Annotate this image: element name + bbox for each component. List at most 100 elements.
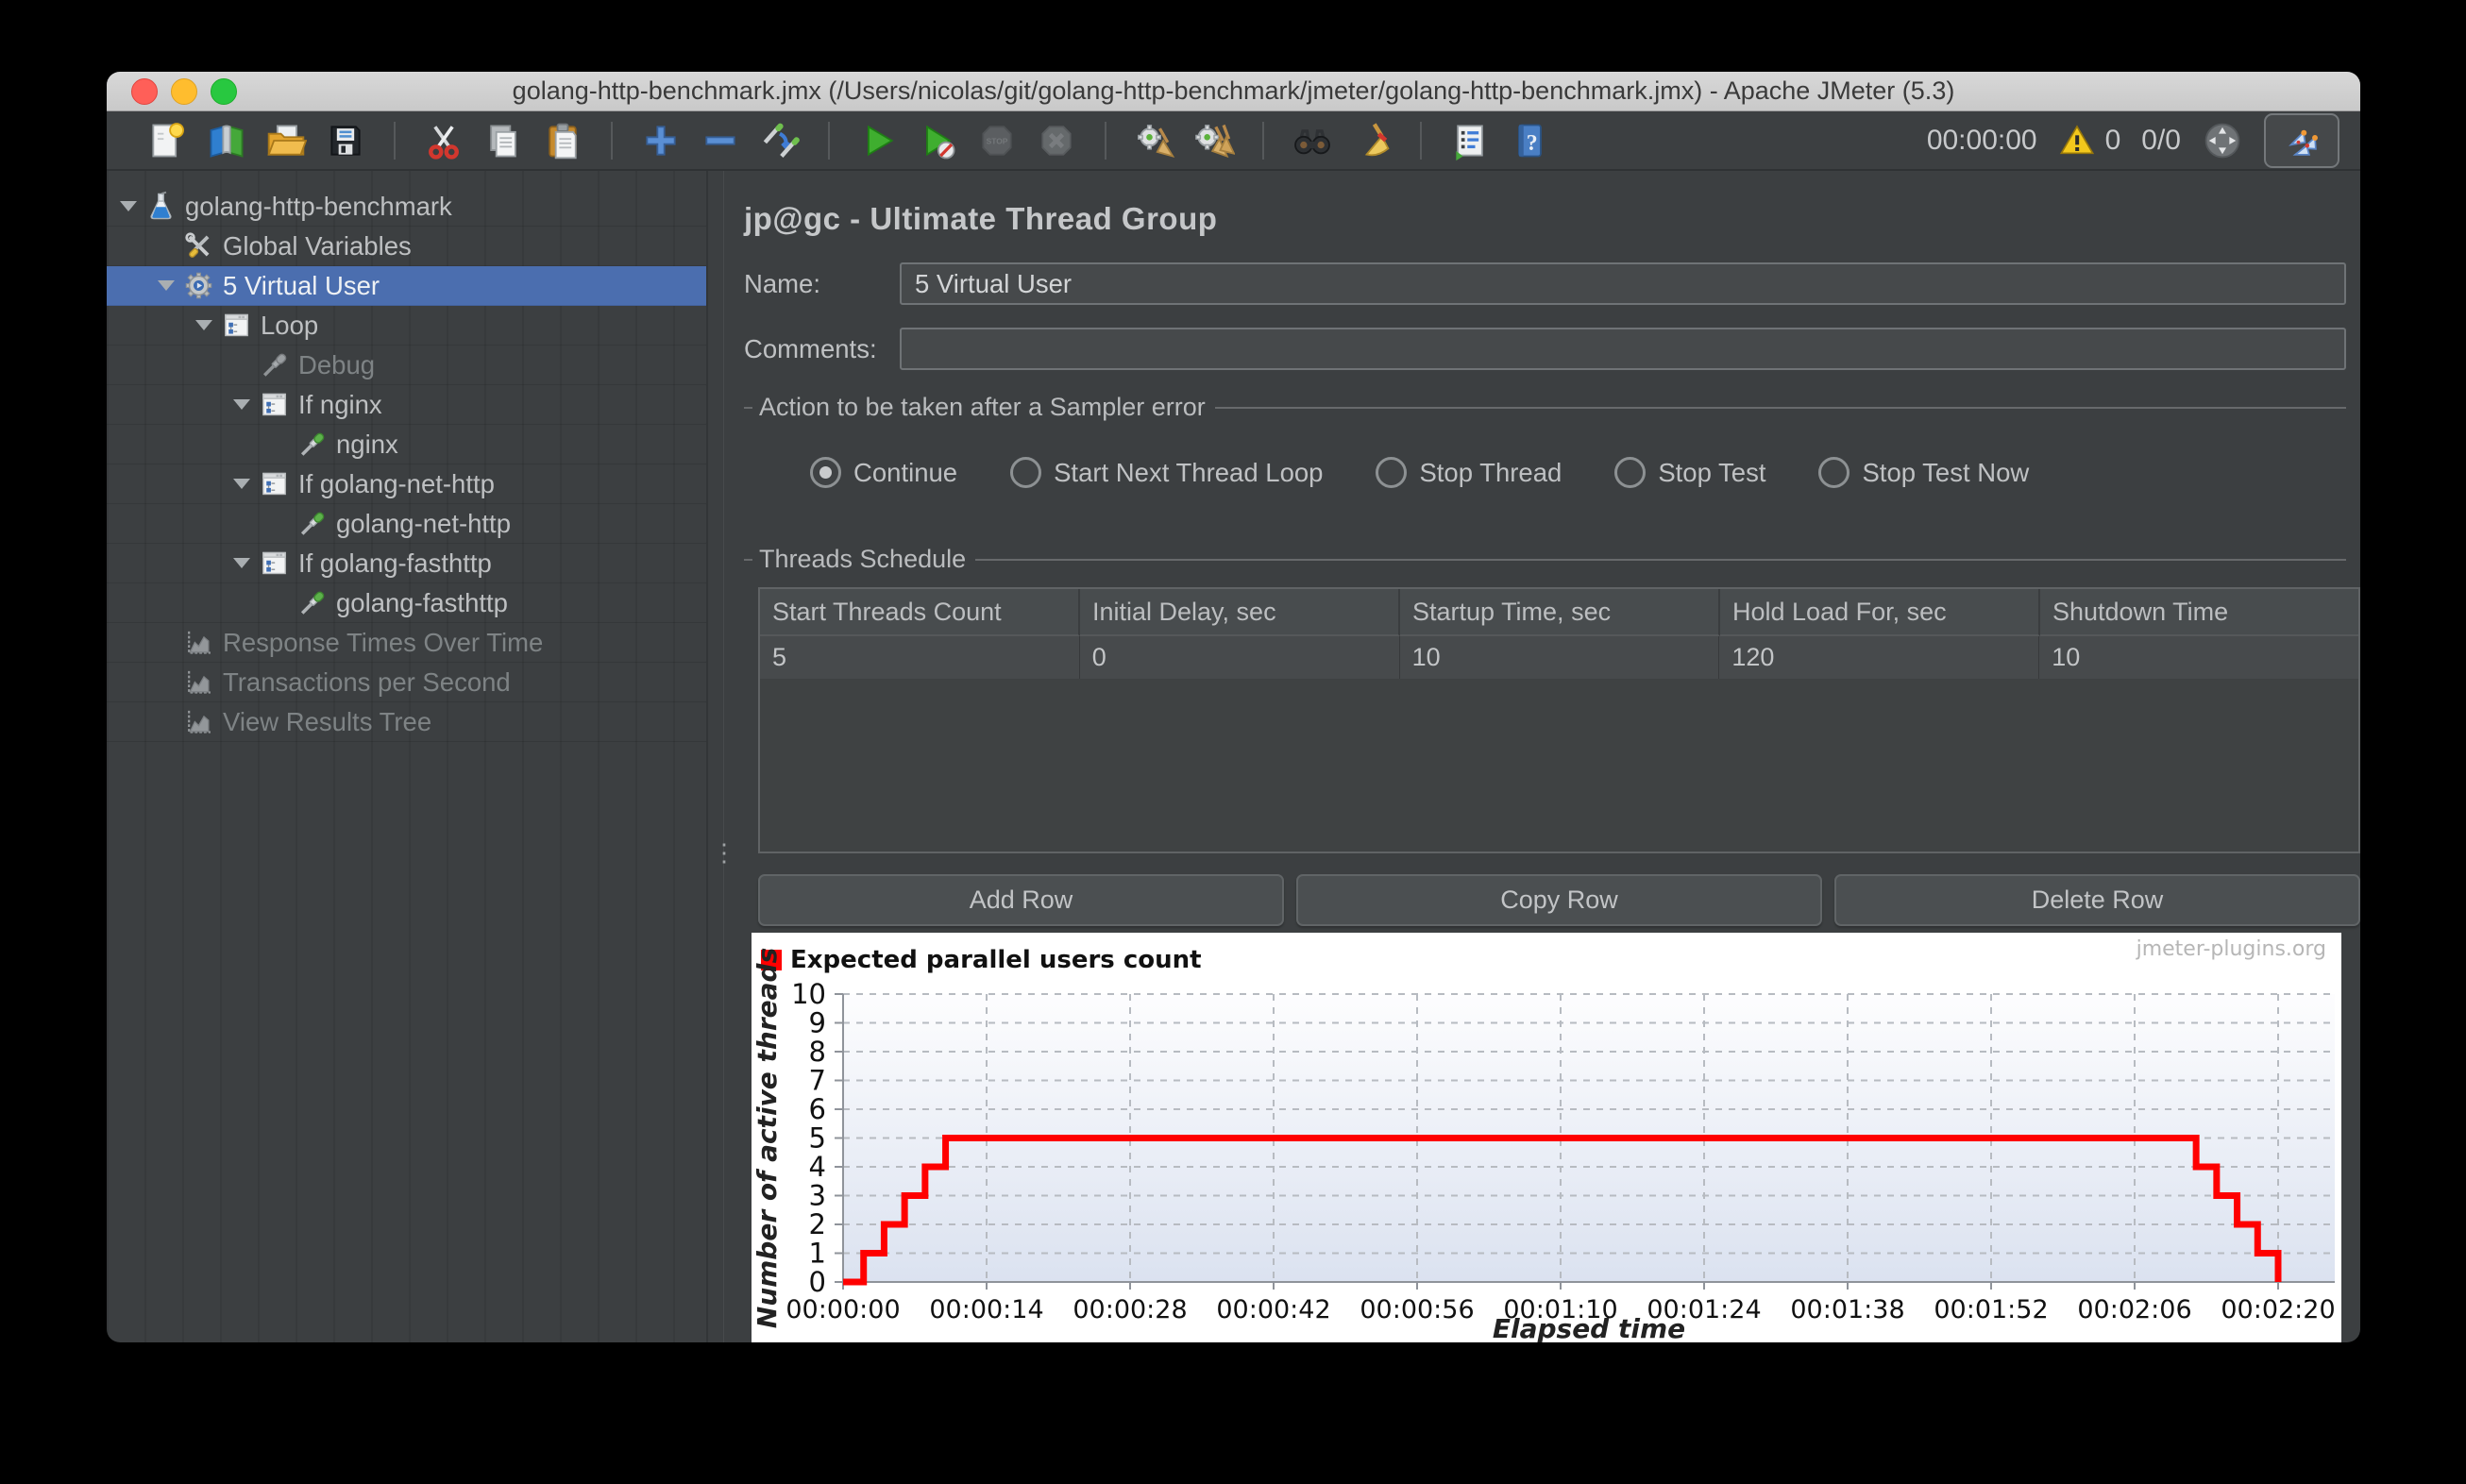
minimize-window-button[interactable] <box>171 77 197 105</box>
paste-button[interactable] <box>540 118 585 163</box>
start-button[interactable] <box>855 118 901 163</box>
templates-button[interactable] <box>204 118 249 163</box>
radio-continue[interactable]: Continue <box>810 457 957 488</box>
zoom-window-button[interactable] <box>211 77 237 105</box>
start-no-timers-button[interactable] <box>915 118 960 163</box>
svg-text:6: 6 <box>809 1093 826 1125</box>
update-button[interactable] <box>757 118 802 163</box>
tree-item-if-nginx[interactable]: If nginx <box>107 385 706 425</box>
table-row[interactable]: 5 0 10 120 10 <box>760 636 2358 679</box>
delete-row-button[interactable]: Delete Row <box>1834 874 2360 926</box>
radio-stop-thread[interactable]: Stop Thread <box>1376 457 1562 488</box>
panel-splitter[interactable]: ⋮ <box>706 171 736 1342</box>
svg-text:4: 4 <box>809 1151 826 1183</box>
tree-item-label: If nginx <box>298 389 382 419</box>
new-file-icon <box>146 120 188 161</box>
warning-icon[interactable] <box>2058 122 2096 160</box>
radio-stop-test[interactable]: Stop Test <box>1614 457 1765 488</box>
radio-label: Start Next Thread Loop <box>1054 457 1324 487</box>
add-row-button[interactable]: Add Row <box>758 874 1284 926</box>
tree-item-label: 5 Virtual User <box>223 270 380 300</box>
radio-circle-icon[interactable] <box>810 457 841 488</box>
svg-text:5: 5 <box>809 1122 826 1155</box>
table-cell[interactable]: 0 <box>1080 636 1400 679</box>
tree-item-golang-net-http[interactable]: golang-net-http <box>107 504 706 544</box>
radio-start-next-thread-loop[interactable]: Start Next Thread Loop <box>1010 457 1323 488</box>
titlebar: golang-http-benchmark.jmx (/Users/nicola… <box>107 72 2360 111</box>
tree-item-view-results-tree[interactable]: View Results Tree <box>107 702 706 742</box>
table-header-row: Start Threads Count Initial Delay, sec Sta… <box>760 589 2358 636</box>
radio-stop-test-now[interactable]: Stop Test Now <box>1818 457 2029 488</box>
toolbar: STOP? 00:00:00 0 0/0 <box>107 111 2360 171</box>
tree-item-debug[interactable]: Debug <box>107 346 706 385</box>
function-helper-button[interactable] <box>1447 118 1493 163</box>
copy-button[interactable] <box>481 118 526 163</box>
new-file-button[interactable] <box>144 118 190 163</box>
svg-text:2: 2 <box>809 1208 826 1240</box>
expand-arrow-icon[interactable] <box>233 479 250 489</box>
stop-button[interactable]: STOP <box>974 118 1020 163</box>
svg-text:00:00:14: 00:00:14 <box>929 1295 1043 1324</box>
table-cell[interactable]: 10 <box>1400 636 1720 679</box>
column-header: Startup Time, sec <box>1400 589 1720 636</box>
tree-item-nginx[interactable]: nginx <box>107 425 706 464</box>
controller-icon <box>259 548 290 579</box>
help-button[interactable]: ? <box>1507 118 1552 163</box>
radio-circle-icon[interactable] <box>1010 457 1042 488</box>
threads-schedule-table[interactable]: Start Threads Count Initial Delay, sec Sta… <box>758 587 2360 853</box>
expand-arrow-icon[interactable] <box>158 280 175 291</box>
search-button[interactable] <box>1290 118 1335 163</box>
test-timer: 00:00:00 <box>1926 124 2037 156</box>
svg-text:00:02:20: 00:02:20 <box>2221 1295 2335 1324</box>
svg-text:00:02:06: 00:02:06 <box>2077 1295 2191 1324</box>
column-header: Shutdown Time <box>2040 589 2358 636</box>
tree-item-golang-http-benchmark[interactable]: golang-http-benchmark <box>107 187 706 227</box>
comments-label: Comments: <box>744 333 877 363</box>
add-button[interactable] <box>638 118 684 163</box>
chart-icon <box>183 666 214 698</box>
radio-circle-icon[interactable] <box>1376 457 1408 488</box>
table-cell[interactable]: 10 <box>2039 636 2358 679</box>
svg-text:7: 7 <box>809 1065 826 1097</box>
shutdown-button[interactable] <box>1034 118 1079 163</box>
dropper-icon <box>296 508 328 539</box>
cut-button[interactable] <box>421 118 466 163</box>
tree-item-5-virtual-user[interactable]: 5 Virtual User <box>107 266 706 306</box>
table-cell[interactable]: 120 <box>1719 636 2040 679</box>
tree-item-loop[interactable]: Loop <box>107 306 706 346</box>
update-icon <box>759 120 801 161</box>
clear-button[interactable] <box>1132 118 1177 163</box>
tree-item-label: View Results Tree <box>223 706 432 736</box>
comments-input[interactable] <box>900 328 2346 370</box>
tree-item-if-golang-net-http[interactable]: If golang-net-http <box>107 464 706 504</box>
warning-count: 0 <box>2104 124 2121 156</box>
save-button[interactable] <box>323 118 368 163</box>
expand-arrow-icon[interactable] <box>233 558 250 568</box>
remote-start-icon[interactable] <box>2202 120 2243 161</box>
clear-all-button[interactable] <box>1191 118 1237 163</box>
open-file-button[interactable] <box>263 118 309 163</box>
column-header: Hold Load For, sec <box>1720 589 2040 636</box>
svg-text:3: 3 <box>809 1180 826 1212</box>
search-reset-button[interactable] <box>1349 118 1394 163</box>
plugins-manager-button[interactable] <box>2264 112 2339 168</box>
tree-item-transactions-per-second[interactable]: Transactions per Second <box>107 663 706 702</box>
name-input[interactable] <box>900 262 2346 305</box>
table-cell[interactable]: 5 <box>760 636 1080 679</box>
tree-item-golang-fasthttp[interactable]: golang-fasthttp <box>107 583 706 623</box>
radio-circle-icon[interactable] <box>1614 457 1647 488</box>
tree-item-label: nginx <box>336 429 398 459</box>
paste-icon <box>542 120 583 161</box>
tree-item-response-times-over-time[interactable]: Response Times Over Time <box>107 623 706 663</box>
toolbar-separator <box>394 121 396 160</box>
toolbar-separator <box>611 121 613 160</box>
remove-button[interactable] <box>698 118 743 163</box>
radio-circle-icon[interactable] <box>1818 457 1850 488</box>
tree-item-global-variables[interactable]: Global Variables <box>107 227 706 266</box>
tree-item-if-golang-fasthttp[interactable]: If golang-fasthttp <box>107 544 706 583</box>
copy-row-button[interactable]: Copy Row <box>1296 874 1822 926</box>
expand-arrow-icon[interactable] <box>195 320 212 330</box>
close-window-button[interactable] <box>131 77 158 105</box>
expand-arrow-icon[interactable] <box>233 399 250 410</box>
expand-arrow-icon[interactable] <box>120 201 137 211</box>
